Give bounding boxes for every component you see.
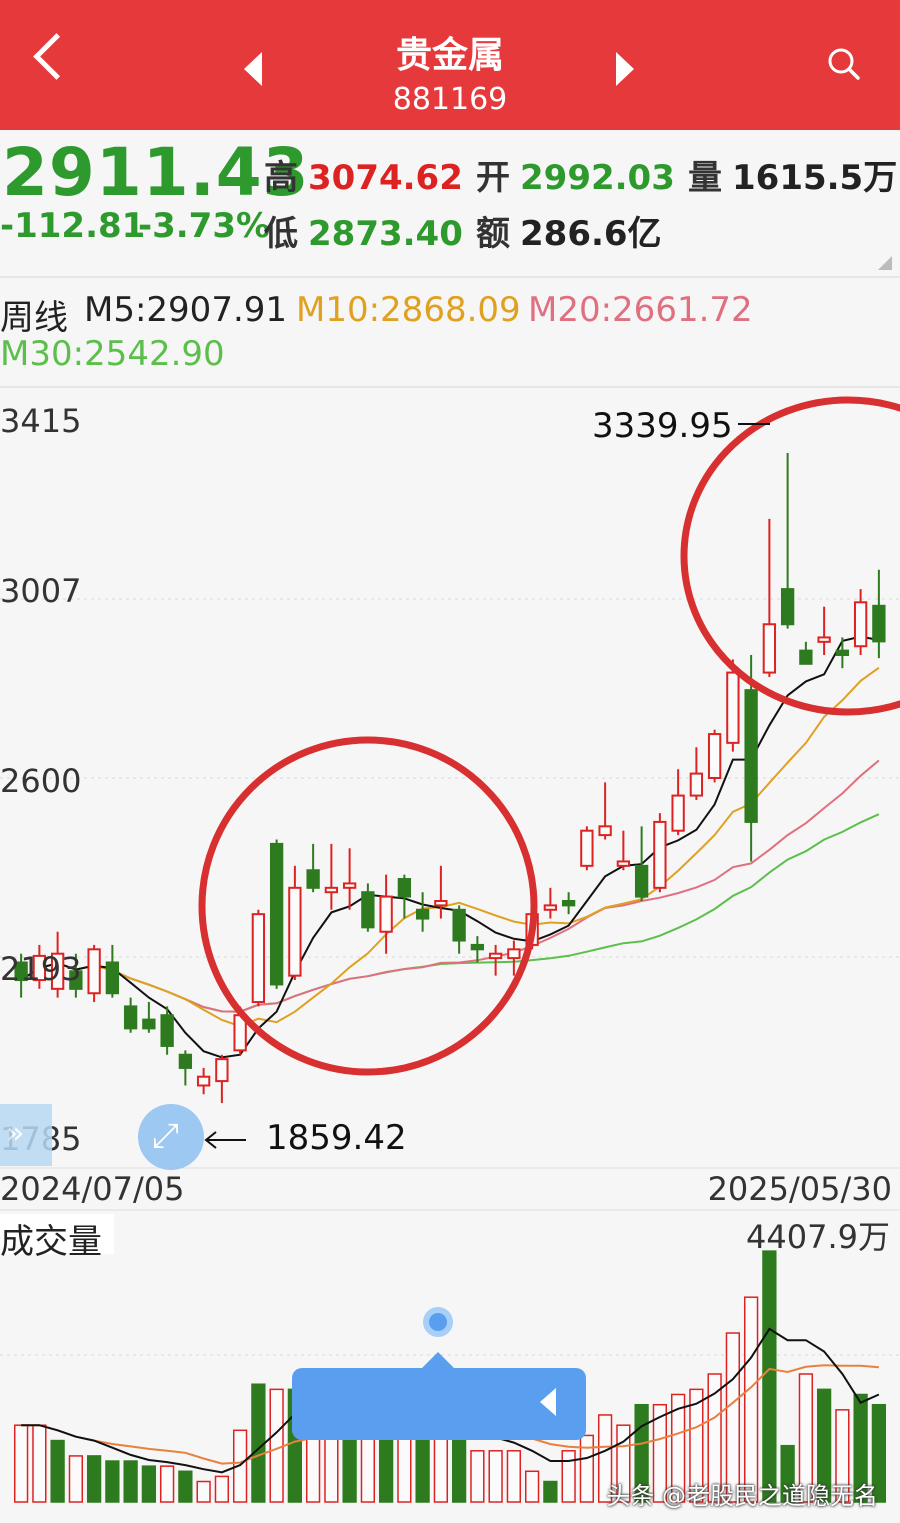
candle-body — [744, 689, 758, 823]
candle-body — [434, 899, 448, 907]
volume-bar — [105, 1460, 120, 1503]
volume-bar — [451, 1429, 467, 1503]
candle-body — [415, 908, 430, 920]
candle-body — [762, 623, 777, 674]
tooltip-pointer — [422, 1352, 454, 1368]
candlestick-chart[interactable] — [0, 0, 900, 1523]
candle-body — [707, 733, 722, 779]
volume-bar — [488, 1450, 503, 1503]
volume-bar — [214, 1475, 230, 1503]
candle-body — [580, 829, 594, 867]
candle-body — [817, 636, 831, 643]
floating-tip[interactable] — [292, 1352, 586, 1440]
low-annotation: 1859.42 — [266, 1118, 407, 1158]
candle-body — [178, 1053, 193, 1069]
candle-body — [689, 772, 704, 797]
candle-body — [853, 601, 868, 648]
volume-bar — [269, 1388, 284, 1503]
volume-bar — [141, 1465, 157, 1503]
y-tick-3007: 3007 — [0, 572, 82, 610]
volume-bar — [543, 1480, 558, 1503]
candle-body — [105, 961, 120, 995]
candle-body — [653, 820, 667, 889]
volume-bar — [50, 1439, 65, 1503]
candle-body — [507, 948, 521, 960]
high-annotation: 3339.95 — [592, 406, 733, 446]
candle-body — [561, 899, 576, 907]
watermark: 头条 @老股民之道隐无名 — [606, 1482, 878, 1510]
volume-bar — [506, 1450, 522, 1503]
volume-bar — [32, 1424, 47, 1503]
volume-bar — [196, 1480, 211, 1503]
candle-body — [780, 588, 795, 626]
volume-bar — [251, 1383, 266, 1503]
candle-body — [726, 671, 740, 744]
candle-body — [634, 864, 649, 898]
candle-body — [123, 1005, 138, 1030]
candle-body — [142, 1018, 156, 1030]
candle-body — [543, 904, 558, 911]
volume-bar — [470, 1450, 485, 1503]
candle-body — [251, 913, 266, 1004]
volume-bar — [561, 1450, 576, 1503]
volume-bar — [159, 1465, 175, 1503]
volume-bar — [13, 1424, 29, 1503]
candle-body — [872, 604, 886, 643]
volume-bar — [86, 1455, 102, 1503]
candle-body — [215, 1058, 229, 1083]
candle-body — [361, 891, 375, 929]
crosshair-dot — [423, 1307, 453, 1337]
y-tick-2600: 2600 — [0, 762, 82, 800]
volume-bar — [68, 1455, 84, 1503]
candle-body — [671, 794, 685, 832]
candle-body — [835, 649, 850, 657]
volume-bar — [579, 1434, 595, 1503]
candle-body — [306, 869, 320, 889]
volume-indicator-label[interactable]: 成交量 — [0, 1214, 114, 1262]
fullscreen-expand-icon[interactable]: ⤢ — [138, 1104, 204, 1170]
volume-bar — [524, 1470, 540, 1503]
candle-body — [288, 886, 302, 977]
volume-bar — [178, 1470, 193, 1503]
volume-bar — [762, 1250, 777, 1503]
candle-body — [196, 1075, 211, 1087]
candle-body — [87, 948, 101, 995]
candle-body — [488, 952, 503, 960]
candle-body — [342, 882, 357, 889]
candle-body — [324, 886, 339, 894]
highlight-circle — [680, 396, 900, 716]
volume-max-label: 4407.9万 — [746, 1218, 890, 1256]
start-date: 2024/07/05 — [0, 1170, 185, 1208]
y-tick-3415: 3415 — [0, 402, 82, 440]
end-date: 2025/05/30 — [707, 1170, 892, 1208]
volume-bar — [433, 1429, 449, 1503]
y-tick-2193: 2193 — [0, 950, 82, 988]
candle-body — [799, 649, 813, 665]
candle-body — [160, 1014, 174, 1047]
volume-bar — [123, 1460, 138, 1503]
tooltip-collapse-icon[interactable] — [540, 1388, 556, 1416]
candle-body — [598, 825, 612, 837]
candle-body — [470, 943, 485, 951]
candle-body — [397, 878, 412, 898]
candle-body — [269, 842, 284, 986]
volume-bar — [743, 1296, 759, 1503]
collapse-panel-icon[interactable]: » — [0, 1104, 52, 1166]
candle-body — [616, 860, 631, 867]
candle-body — [379, 895, 393, 933]
candle-body — [452, 908, 466, 942]
